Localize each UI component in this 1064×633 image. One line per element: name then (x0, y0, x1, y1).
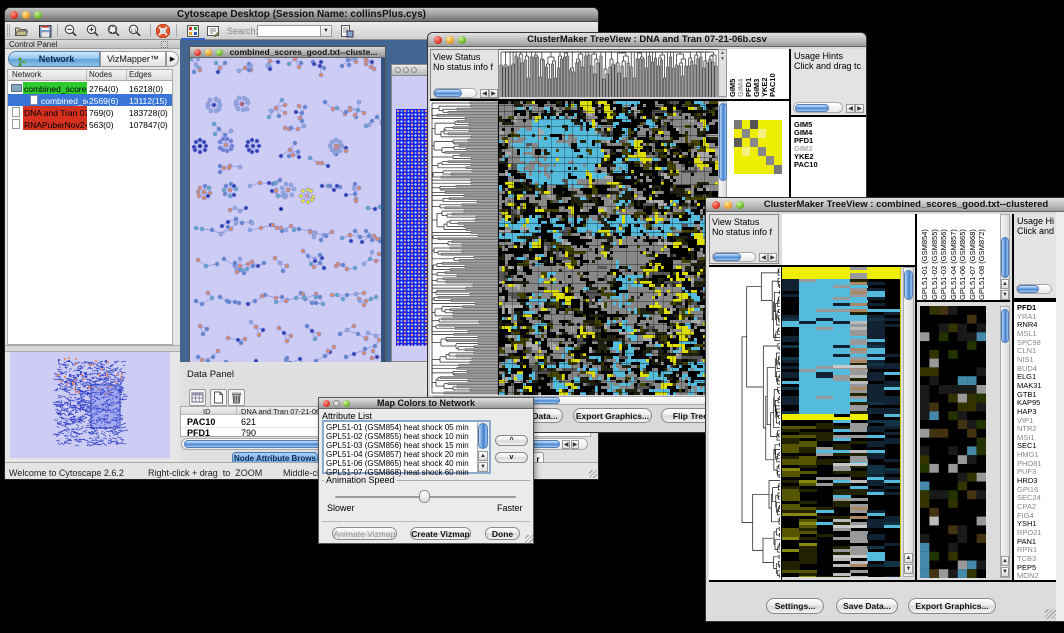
svg-text:1:1: 1:1 (130, 27, 137, 32)
